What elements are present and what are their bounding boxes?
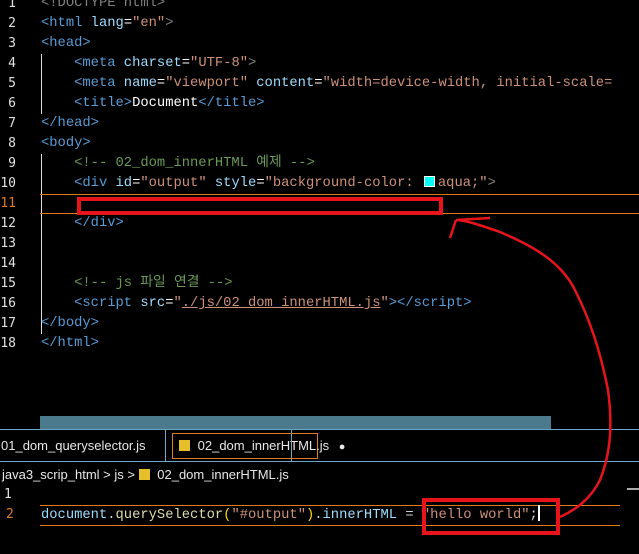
code-line: <script src="./js/02_dom_innerHTML.js"><… <box>41 296 472 311</box>
line-number: 16 <box>0 296 16 311</box>
line-number: 13 <box>0 236 16 251</box>
line-number: 7 <box>8 116 16 131</box>
tab-label: 02_dom_innerHTML.js <box>197 438 330 453</box>
code-line: <!-- 02_dom_innerHTML 예제 --> <box>41 156 315 171</box>
line-number: 6 <box>8 96 16 111</box>
line-number: 10 <box>0 176 16 191</box>
code-line: <meta name="viewport" content="width=dev… <box>41 76 613 91</box>
code-line: <meta charset="UTF-8"> <box>41 56 257 71</box>
line-number: 18 <box>0 336 16 351</box>
code-line: <head> <box>41 36 91 51</box>
line-number: 17 <box>0 316 16 331</box>
script-src-link[interactable]: ./js/02_dom_innerHTML.js <box>182 296 381 311</box>
tab-bar: 01_dom_queryselector.js 02_dom_innerHTML… <box>0 429 639 462</box>
breadcrumb-folder[interactable]: java3_scrip_html <box>2 467 100 482</box>
minimap-marker <box>627 488 639 490</box>
line-number: 1 <box>4 487 12 502</box>
code-line: <html lang="en"> <box>41 16 174 31</box>
code-line: <title>Document</title> <box>41 96 265 111</box>
line-number: 3 <box>8 36 16 51</box>
tab-separator <box>291 430 292 462</box>
code-line: <!DOCTYPE html> <box>41 0 166 11</box>
code-line: </head> <box>41 116 99 131</box>
breadcrumb-separator: > <box>103 467 111 482</box>
code-line: </html> <box>41 336 99 351</box>
line-number: 11 <box>0 196 16 211</box>
line-number: 14 <box>0 256 16 271</box>
line-number: 8 <box>8 136 16 151</box>
line-number: 5 <box>8 76 16 91</box>
line-number: 1 <box>8 0 16 11</box>
tab-label: 01_dom_queryselector.js <box>1 438 146 453</box>
code-line: </div> <box>41 216 124 231</box>
annotation-arrow <box>448 216 612 519</box>
code-line: <!-- js 파일 연결 --> <box>41 276 233 291</box>
line-number: 2 <box>6 507 14 522</box>
unsaved-dot-icon[interactable]: ● <box>339 441 346 453</box>
code-line: <body> <box>41 136 91 151</box>
line-number: 2 <box>8 16 16 31</box>
code-line: document.querySelector("#output").innerH… <box>41 505 540 525</box>
code-line: <div id="output" style="background-color… <box>41 176 496 191</box>
current-line-highlight <box>40 194 639 214</box>
line-number: 9 <box>8 156 16 171</box>
breadcrumb-separator: > <box>127 467 135 482</box>
js-file-icon <box>138 469 150 480</box>
line-number: 15 <box>0 276 16 291</box>
breadcrumb: java3_scrip_html > js > 02_dom_innerHTML… <box>2 466 289 484</box>
line-number: 12 <box>0 216 16 231</box>
tab-01-dom-queryselector[interactable]: 01_dom_queryselector.js <box>0 430 166 462</box>
line-number: 4 <box>8 56 16 71</box>
color-swatch-icon[interactable] <box>423 176 435 187</box>
code-line: </body> <box>41 316 99 331</box>
horizontal-scrollbar[interactable] <box>40 416 551 429</box>
breadcrumb-subfolder[interactable]: js <box>114 467 123 482</box>
text-cursor <box>537 505 540 521</box>
breadcrumb-file[interactable]: 02_dom_innerHTML.js <box>157 467 289 482</box>
tab-02-dom-innerhtml[interactable]: 02_dom_innerHTML.js ● <box>172 433 345 459</box>
js-file-icon <box>179 440 190 451</box>
